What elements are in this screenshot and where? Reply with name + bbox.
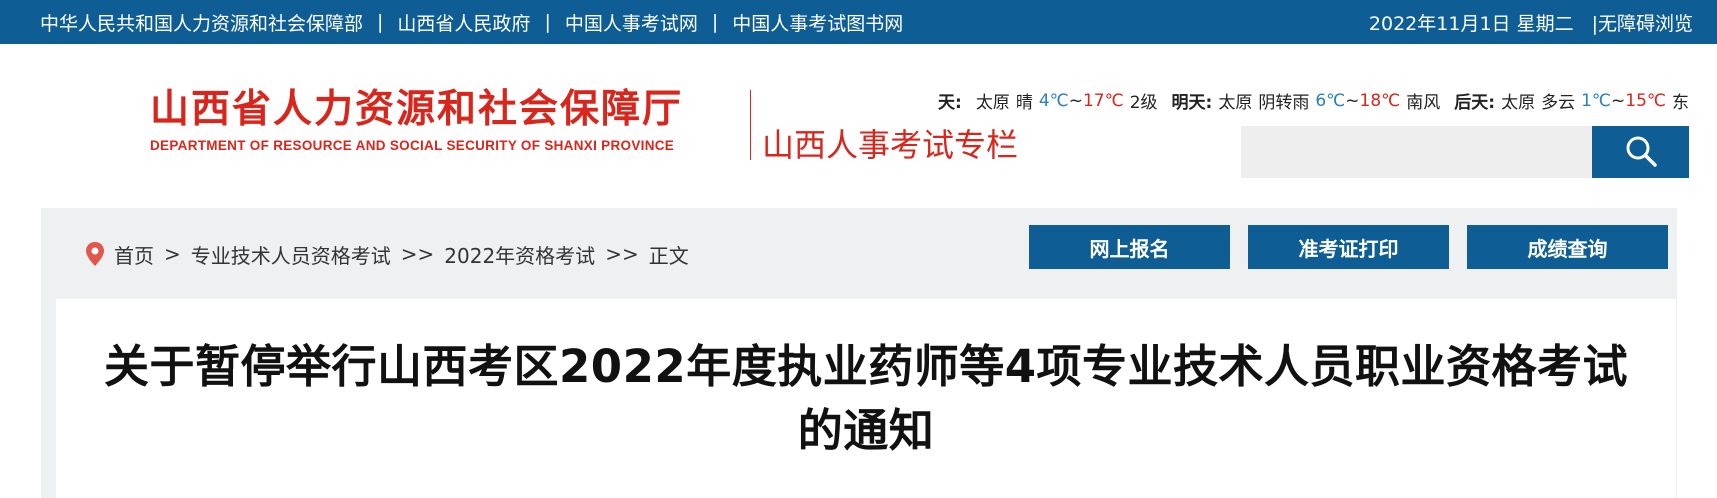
breadcrumb-level2[interactable]: 2022年资格考试: [444, 240, 595, 269]
weather-tilde: ~: [1345, 90, 1360, 111]
weather-after-low: 1℃: [1581, 90, 1611, 111]
link-shanxi-gov[interactable]: 山西省人民政府: [397, 9, 530, 36]
site-header: 山西省人力资源和社会保障厅 DEPARTMENT OF RESOURCE AND…: [0, 44, 1717, 208]
weather-after-high: 15℃: [1625, 90, 1666, 111]
search-icon: [1624, 134, 1658, 171]
logo-divider: [750, 90, 751, 160]
top-separator: |: [377, 11, 384, 33]
search-button[interactable]: [1592, 126, 1689, 178]
department-logo[interactable]: 山西省人力资源和社会保障厅 DEPARTMENT OF RESOURCE AND…: [150, 86, 683, 153]
location-pin-icon: [84, 241, 106, 267]
site-search: [1241, 126, 1689, 178]
current-date: 2022年11月1日 星期二: [1368, 12, 1574, 35]
accessibility-link[interactable]: |无障碍浏览: [1592, 9, 1693, 36]
logo-chinese: 山西省人力资源和社会保障厅: [150, 86, 684, 132]
weather-after-city: 太原: [1501, 93, 1536, 113]
admission-ticket-print-button[interactable]: 准考证打印: [1248, 225, 1449, 269]
weather-after-label: 后天:: [1454, 93, 1496, 113]
weather-today-label: 天:: [938, 93, 962, 113]
breadcrumb-arrow: >>: [400, 242, 435, 266]
weather-tomorrow-city: 太原: [1218, 93, 1253, 113]
weather-tomorrow-low: 6℃: [1315, 90, 1346, 111]
weather-ticker: 天: 太原 晴 4℃ ~ 17℃ 2级 明天: 太原 阴转雨 6℃ ~ 18℃ …: [938, 88, 1690, 116]
breadcrumb-home[interactable]: 首页: [114, 240, 154, 269]
breadcrumb-arrow: >>: [605, 242, 639, 266]
article-title: 关于暂停举行山西考区2022年度执业药师等4项专业技术人员职业资格考试的通知: [103, 340, 1629, 457]
top-separator: |: [544, 11, 551, 33]
top-bar: 中华人民共和国人力资源和社会保障部 | 山西省人民政府 | 中国人事考试网 | …: [0, 0, 1717, 44]
breadcrumb-level1[interactable]: 专业技术人员资格考试: [191, 240, 391, 269]
weather-after-wind: 东: [1671, 93, 1689, 113]
breadcrumb: 首页 > 专业技术人员资格考试 >> 2022年资格考试 >> 正文: [84, 236, 689, 272]
weather-tilde: ~: [1068, 90, 1083, 111]
weather-tomorrow-label: 明天:: [1171, 93, 1213, 113]
top-links: 中华人民共和国人力资源和社会保障部 | 山西省人民政府 | 中国人事考试网 | …: [40, 0, 903, 44]
score-query-button[interactable]: 成绩查询: [1467, 225, 1668, 269]
column-title: 山西人事考试专栏: [762, 126, 1019, 164]
weather-after-cond: 多云: [1541, 93, 1576, 113]
online-registration-button[interactable]: 网上报名: [1029, 225, 1230, 269]
link-cpta[interactable]: 中国人事考试网: [565, 9, 698, 36]
weather-tomorrow-high: 18℃: [1359, 90, 1401, 111]
top-right: 2022年11月1日 星期二 |无障碍浏览: [1369, 0, 1693, 44]
top-separator: |: [711, 11, 719, 33]
weather-today-wind: 2级: [1129, 93, 1158, 113]
weather-tilde: ~: [1611, 90, 1626, 111]
breadcrumb-current: 正文: [648, 243, 689, 268]
link-mohrss[interactable]: 中华人民共和国人力资源和社会保障部: [40, 9, 363, 36]
weather-today-cond: 晴: [1015, 93, 1033, 113]
weather-today-city: 太原: [975, 93, 1010, 113]
weather-today-low: 4℃: [1038, 90, 1069, 111]
breadcrumb-arrow: >: [164, 242, 181, 266]
weather-tomorrow-cond: 阴转雨: [1258, 93, 1310, 113]
link-cpta-books[interactable]: 中国人事考试图书网: [732, 9, 903, 36]
weather-today-high: 17℃: [1082, 90, 1124, 111]
logo-english: DEPARTMENT OF RESOURCE AND SOCIAL SECURI…: [150, 138, 675, 153]
article-panel: 关于暂停举行山西考区2022年度执业药师等4项专业技术人员职业资格考试的通知: [56, 299, 1676, 498]
search-input[interactable]: [1241, 126, 1592, 178]
weather-tomorrow-wind: 南风: [1406, 93, 1441, 113]
